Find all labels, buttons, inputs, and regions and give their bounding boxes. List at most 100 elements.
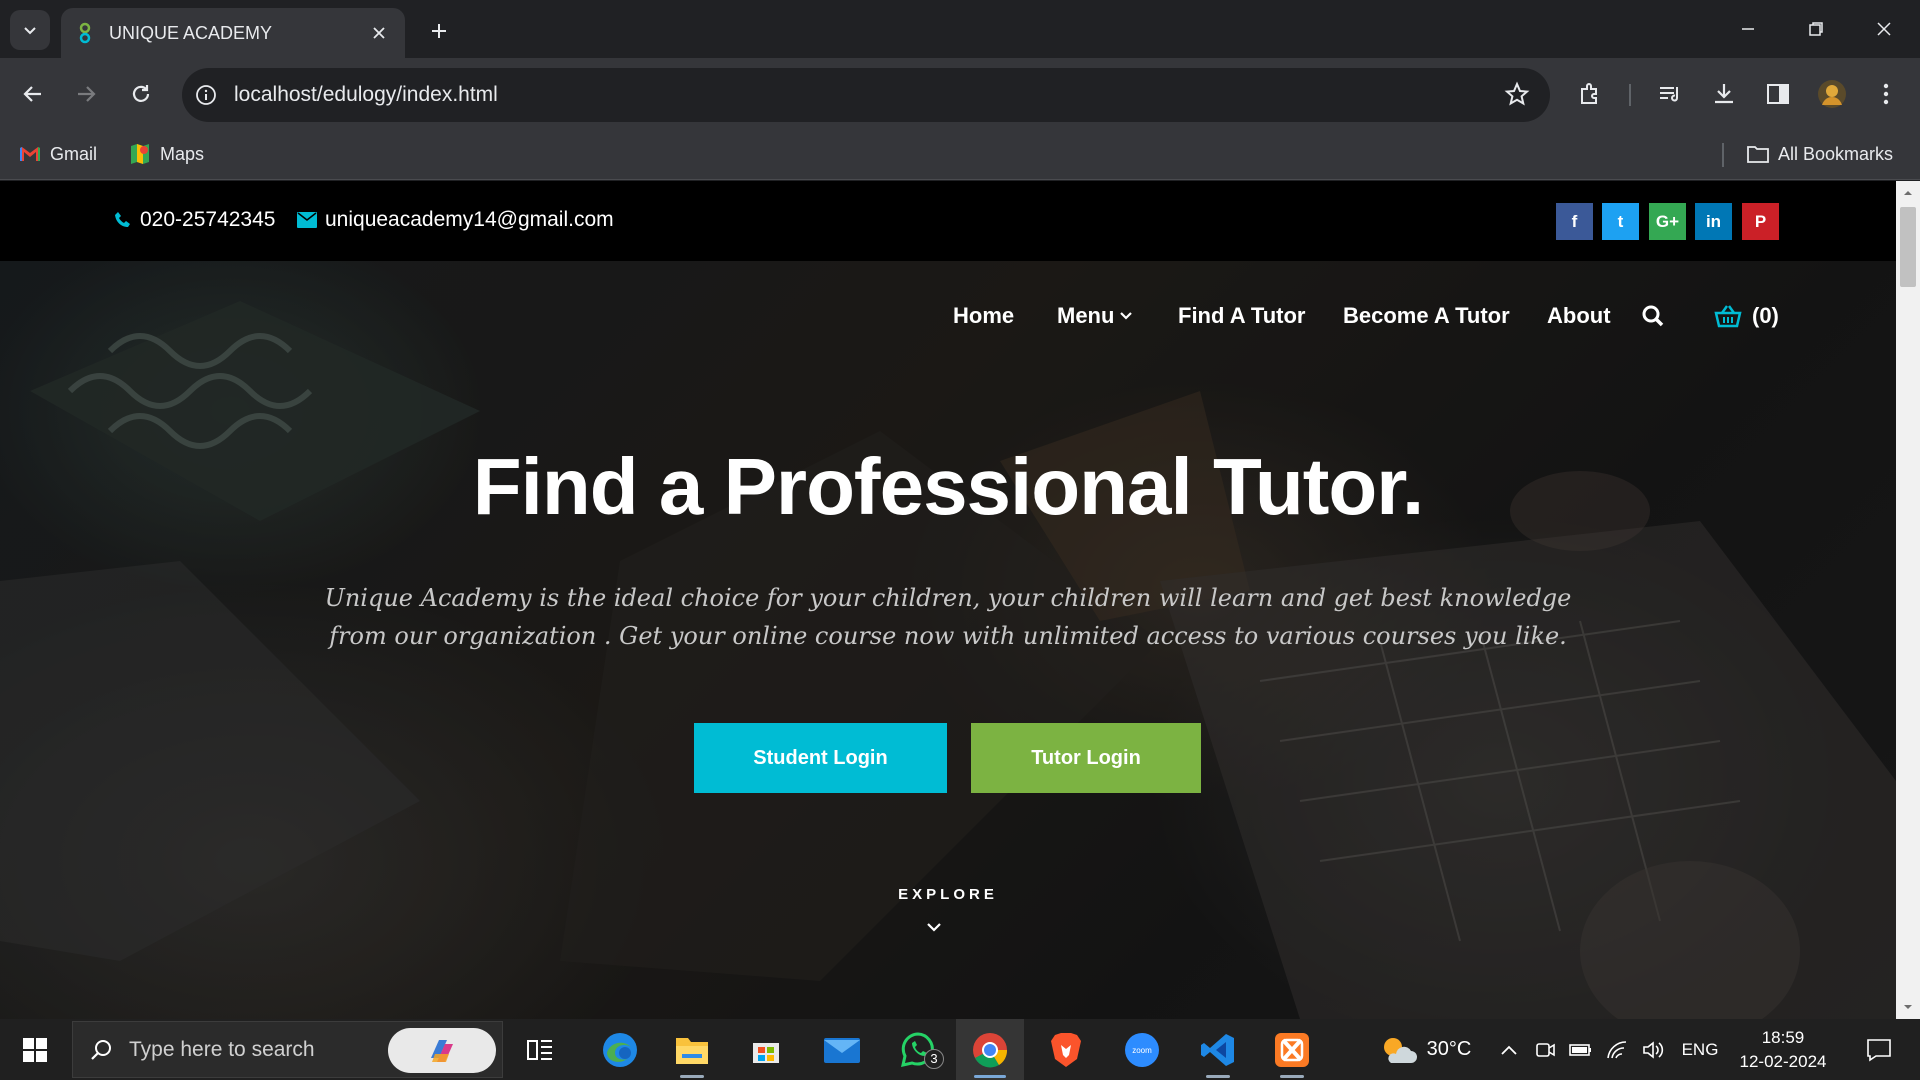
explore-label: EXPLORE <box>898 886 998 903</box>
bookmarks-bar: Gmail Maps All Bookmarks <box>0 130 1920 180</box>
restore-button[interactable] <box>1782 0 1850 58</box>
site-info-icon[interactable] <box>192 81 220 109</box>
student-login-button[interactable]: Student Login <box>694 723 947 793</box>
microsoft-store-icon <box>753 1042 779 1063</box>
whatsapp-app[interactable]: 3 <box>888 1019 948 1080</box>
edge-app[interactable] <box>592 1019 648 1080</box>
windows-taskbar: Type here to search 3 zoom 30°C ENG 18:5… <box>0 1019 1920 1080</box>
page-scrollbar[interactable] <box>1896 181 1920 1019</box>
arrow-left-icon <box>23 86 41 102</box>
google-plus-button[interactable]: G+ <box>1649 203 1686 240</box>
close-window-button[interactable] <box>1850 0 1918 58</box>
network-status[interactable] <box>1602 1019 1632 1080</box>
student-login-label: Student Login <box>753 746 888 769</box>
envelope-icon <box>297 212 317 228</box>
taskbar-search-box[interactable]: Type here to search <box>72 1021 503 1078</box>
partly-cloudy-icon <box>1383 1037 1417 1063</box>
nav-home[interactable]: Home <box>953 303 1014 329</box>
facebook-button[interactable]: f <box>1556 203 1593 240</box>
brave-app[interactable] <box>1038 1019 1094 1080</box>
search-icon <box>1642 305 1664 327</box>
minimize-icon <box>1742 28 1754 30</box>
search-placeholder: Type here to search <box>129 1037 315 1061</box>
meet-now-button[interactable] <box>1530 1019 1560 1080</box>
bookmark-gmail[interactable]: Gmail <box>18 142 97 166</box>
active-indicator <box>974 1075 1006 1078</box>
chevron-down-icon <box>1120 312 1133 320</box>
notification-center-button[interactable] <box>1854 1019 1904 1080</box>
task-view-button[interactable] <box>516 1019 564 1080</box>
browser-tab[interactable]: UNIQUE ACADEMY <box>61 8 405 58</box>
bookmark-star-icon[interactable] <box>1504 81 1530 112</box>
google-plus-icon: G+ <box>1655 211 1680 231</box>
email-contact[interactable]: uniqueacademy14@gmail.com <box>297 208 614 232</box>
nav-find-a-tutor-label: Find A Tutor <box>1178 303 1306 328</box>
chrome-app[interactable] <box>956 1019 1024 1080</box>
folder-icon <box>1747 146 1769 163</box>
start-button[interactable] <box>0 1019 70 1080</box>
notification-badge: 3 <box>924 1049 944 1069</box>
vscode-app[interactable] <box>1188 1019 1248 1080</box>
tab-close-icon[interactable] <box>367 21 391 45</box>
close-icon <box>1877 22 1891 36</box>
running-indicator <box>1206 1075 1230 1078</box>
xampp-app[interactable] <box>1262 1019 1322 1080</box>
battery-status[interactable] <box>1566 1019 1596 1080</box>
battery-icon <box>1569 1043 1591 1056</box>
scrollbar-thumb[interactable] <box>1900 207 1916 287</box>
minimize-button[interactable] <box>1714 0 1782 58</box>
chevron-down-icon[interactable] <box>926 921 942 933</box>
brave-icon <box>1051 1032 1081 1067</box>
xampp-icon <box>1275 1032 1309 1067</box>
windows-logo-icon <box>23 1037 47 1062</box>
media-control-icon[interactable] <box>1652 76 1688 112</box>
explore-link[interactable]: EXPLORE <box>0 886 1896 903</box>
reload-button[interactable] <box>121 74 161 114</box>
new-tab-button[interactable] <box>424 16 454 46</box>
basket-icon <box>1714 305 1742 328</box>
back-button[interactable] <box>13 74 53 114</box>
twitter-button[interactable]: t <box>1602 203 1639 240</box>
forward-button[interactable] <box>66 74 106 114</box>
side-panel-icon[interactable] <box>1760 76 1796 112</box>
browser-menu-icon[interactable] <box>1868 76 1904 112</box>
chrome-icon <box>973 1032 1008 1067</box>
zoom-app[interactable]: zoom <box>1112 1019 1172 1080</box>
weather-widget[interactable]: 30°C <box>1370 1019 1480 1080</box>
maps-icon <box>131 144 149 164</box>
store-app[interactable] <box>738 1019 794 1080</box>
plus-icon <box>432 24 446 38</box>
clock[interactable]: 18:59 12-02-2024 <box>1728 1019 1838 1080</box>
cart-button[interactable]: (0) <box>1714 303 1779 329</box>
download-icon[interactable] <box>1706 76 1742 112</box>
scroll-down-icon[interactable] <box>1902 1001 1914 1013</box>
nav-about[interactable]: About <box>1547 303 1611 329</box>
file-explorer-app[interactable] <box>664 1019 720 1080</box>
all-bookmarks-button[interactable]: All Bookmarks <box>1746 142 1893 166</box>
nav-find-a-tutor[interactable]: Find A Tutor <box>1178 303 1305 329</box>
pinterest-icon: P <box>1754 211 1767 231</box>
nav-menu[interactable]: Menu <box>1057 303 1133 329</box>
search-button[interactable] <box>1641 304 1665 328</box>
tab-search-button[interactable] <box>10 10 50 50</box>
tutor-login-button[interactable]: Tutor Login <box>971 723 1201 793</box>
phone-number: 020-25742345 <box>140 208 276 231</box>
profile-avatar[interactable] <box>1814 76 1850 112</box>
copilot-icon <box>431 1039 453 1062</box>
bookmark-maps[interactable]: Maps <box>128 142 204 166</box>
task-view-icon <box>527 1039 552 1060</box>
input-language[interactable]: ENG <box>1680 1019 1720 1080</box>
volume-control[interactable] <box>1638 1019 1668 1080</box>
extensions-icon[interactable] <box>1572 76 1608 112</box>
show-hidden-icons-button[interactable] <box>1494 1019 1524 1080</box>
scroll-up-icon[interactable] <box>1902 187 1914 199</box>
mail-app[interactable] <box>814 1019 870 1080</box>
linkedin-button[interactable]: in <box>1695 203 1732 240</box>
nav-about-label: About <box>1547 303 1611 328</box>
copilot-button[interactable] <box>388 1028 496 1073</box>
hero-description: Unique Academy is the ideal choice for y… <box>324 584 1572 650</box>
nav-become-a-tutor[interactable]: Become A Tutor <box>1343 303 1510 329</box>
pinterest-button[interactable]: P <box>1742 203 1779 240</box>
phone-contact[interactable]: 020-25742345 <box>114 208 275 232</box>
address-bar[interactable]: localhost/edulogy/index.html <box>182 68 1550 122</box>
